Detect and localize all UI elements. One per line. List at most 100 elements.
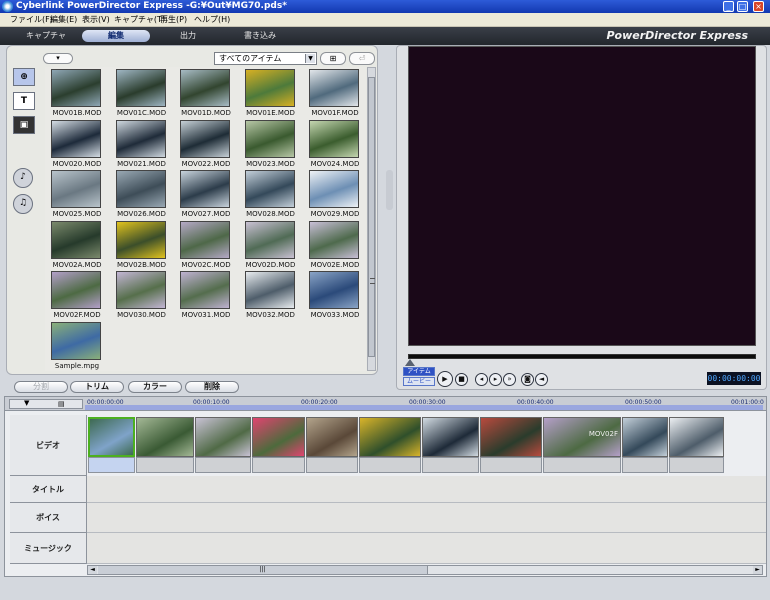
media-thumbnail[interactable]: MOV021.MOD	[110, 119, 174, 170]
title-track[interactable]	[87, 476, 766, 503]
media-thumbnail[interactable]: MOV031.MOD	[174, 271, 238, 321]
apply-button[interactable]: ⏎	[349, 52, 375, 65]
media-thumbnail[interactable]: MOV02A.MOD	[45, 220, 109, 271]
close-button[interactable]: ×	[753, 1, 764, 12]
timeline-clip[interactable]	[88, 417, 135, 457]
import-media-button[interactable]: ⊞	[320, 52, 346, 65]
menu-edit[interactable]: 編集(E)	[50, 14, 77, 25]
maximize-button[interactable]: □	[737, 1, 748, 12]
clip-audio-strip[interactable]	[136, 457, 194, 473]
clip-mode-button[interactable]: アイテム	[403, 367, 435, 376]
library-filter-select[interactable]: すべてのアイテム ▼	[214, 52, 317, 65]
media-room-icon[interactable]: ⊕	[13, 68, 35, 86]
menu-capture[interactable]: キャプチャ(T)	[114, 14, 165, 25]
seek-slider-handle[interactable]	[405, 359, 415, 366]
stop-icon[interactable]: ■	[455, 373, 468, 386]
media-thumbnail[interactable]: MOV023.MOD	[239, 119, 303, 170]
split-button[interactable]: 分割	[14, 381, 68, 393]
minimize-button[interactable]: _	[723, 1, 734, 12]
tab-produce[interactable]: 出力	[154, 30, 222, 42]
snapshot-icon[interactable]: ◙	[521, 373, 534, 386]
storyboard-view-icon[interactable]: ▤	[58, 400, 65, 408]
timeline-clip[interactable]	[480, 417, 542, 457]
clip-audio-strip[interactable]	[359, 457, 421, 473]
movie-mode-button[interactable]: ムービー	[403, 377, 435, 386]
media-thumbnail[interactable]: MOV025.MOD	[45, 170, 109, 220]
clip-audio-strip[interactable]	[422, 457, 479, 473]
tab-capture[interactable]: キャプチャ	[12, 30, 80, 42]
thumbnail-label: MOV021.MOD	[117, 159, 166, 168]
media-thumbnail[interactable]: MOV02C.MOD	[174, 220, 238, 271]
timeline-clip[interactable]	[306, 417, 358, 457]
transition-room-icon[interactable]: ▣	[13, 116, 35, 134]
timeline-clip[interactable]: MOV02F	[543, 417, 621, 457]
media-thumbnail[interactable]: MOV030.MOD	[110, 271, 174, 321]
clip-audio-strip[interactable]	[306, 457, 358, 473]
folder-menu-button[interactable]: ▾	[43, 53, 73, 64]
media-thumbnail[interactable]: MOV01E.MOD	[239, 69, 303, 119]
library-scrollbar[interactable]	[367, 67, 376, 371]
play-icon[interactable]: ▶	[437, 371, 453, 387]
media-thumbnail[interactable]: MOV028.MOD	[239, 170, 303, 220]
clip-audio-strip[interactable]	[195, 457, 251, 473]
media-thumbnail[interactable]: MOV01F.MOD	[303, 69, 366, 119]
timeline-clip[interactable]	[136, 417, 194, 457]
media-thumbnail[interactable]: MOV026.MOD	[110, 170, 174, 220]
media-thumbnail[interactable]: Sample.mpg	[45, 321, 109, 372]
timeline-clip[interactable]	[422, 417, 479, 457]
next-frame-icon[interactable]: ▸	[489, 373, 502, 386]
preview-seek-bar[interactable]	[408, 354, 756, 359]
previous-frame-icon[interactable]: ◂	[475, 373, 488, 386]
timeline-clip[interactable]	[669, 417, 724, 457]
media-thumbnail[interactable]: MOV033.MOD	[303, 271, 366, 321]
scroll-right-icon[interactable]: ►	[753, 566, 762, 574]
media-thumbnail[interactable]: MOV024.MOD	[303, 119, 366, 170]
delete-button[interactable]: 削除	[185, 381, 239, 393]
media-thumbnail[interactable]: MOV027.MOD	[174, 170, 238, 220]
timeline-clip[interactable]	[252, 417, 305, 457]
timeline-clip[interactable]	[195, 417, 251, 457]
media-thumbnail[interactable]: MOV029.MOD	[303, 170, 366, 220]
color-button[interactable]: カラー	[128, 381, 182, 393]
media-thumbnail[interactable]: MOV02F.MOD	[45, 271, 109, 321]
clip-audio-strip[interactable]	[543, 457, 621, 473]
media-thumbnail[interactable]: MOV02B.MOD	[110, 220, 174, 271]
clip-audio-strip[interactable]	[88, 457, 135, 473]
clip-audio-strip[interactable]	[669, 457, 724, 473]
music-track[interactable]	[87, 533, 766, 564]
music-room-icon[interactable]: ♫	[13, 194, 33, 214]
timeline-clip[interactable]	[622, 417, 668, 457]
volume-icon[interactable]: ◄	[535, 373, 548, 386]
media-thumbnail[interactable]: MOV022.MOD	[174, 119, 238, 170]
title-room-icon[interactable]: T	[13, 92, 35, 110]
timeline-scroll-thumb[interactable]: |||	[98, 566, 428, 574]
menu-file[interactable]: ファイル(F)	[10, 14, 53, 25]
voice-track[interactable]	[87, 503, 766, 533]
clip-audio-strip[interactable]	[252, 457, 305, 473]
panel-splitter[interactable]	[386, 170, 393, 210]
media-thumbnail[interactable]: MOV020.MOD	[45, 119, 109, 170]
tab-burn[interactable]: 書き込み	[226, 30, 294, 42]
media-thumbnail[interactable]: MOV01C.MOD	[110, 69, 174, 119]
scroll-left-icon[interactable]: ◄	[88, 566, 97, 574]
timeline-scrollbar[interactable]: ◄ ||| ►	[87, 565, 763, 575]
menu-help[interactable]: ヘルプ(H)	[194, 14, 230, 25]
media-thumbnail[interactable]: MOV01B.MOD	[45, 69, 109, 119]
clip-audio-strip[interactable]	[622, 457, 668, 473]
library-scroll-thumb[interactable]	[368, 77, 375, 357]
clip-audio-strip[interactable]	[480, 457, 542, 473]
media-thumbnail[interactable]: MOV032.MOD	[239, 271, 303, 321]
timeline-clip[interactable]	[359, 417, 421, 457]
timeline-menu-icon[interactable]: ▼	[24, 399, 29, 407]
video-track[interactable]: MOV02F	[87, 397, 766, 476]
media-thumbnail[interactable]: MOV02D.MOD	[239, 220, 303, 271]
chevron-down-icon[interactable]: ▼	[305, 54, 315, 63]
media-thumbnail[interactable]: MOV02E.MOD	[303, 220, 366, 271]
fast-forward-icon[interactable]: »	[503, 373, 516, 386]
menu-view[interactable]: 表示(V)	[82, 14, 110, 25]
tab-edit[interactable]: 編集	[82, 30, 150, 42]
voice-record-icon[interactable]: ♪	[13, 168, 33, 188]
menu-playback[interactable]: 再生(P)	[160, 14, 187, 25]
media-thumbnail[interactable]: MOV01D.MOD	[174, 69, 238, 119]
trim-button[interactable]: トリム	[70, 381, 124, 393]
